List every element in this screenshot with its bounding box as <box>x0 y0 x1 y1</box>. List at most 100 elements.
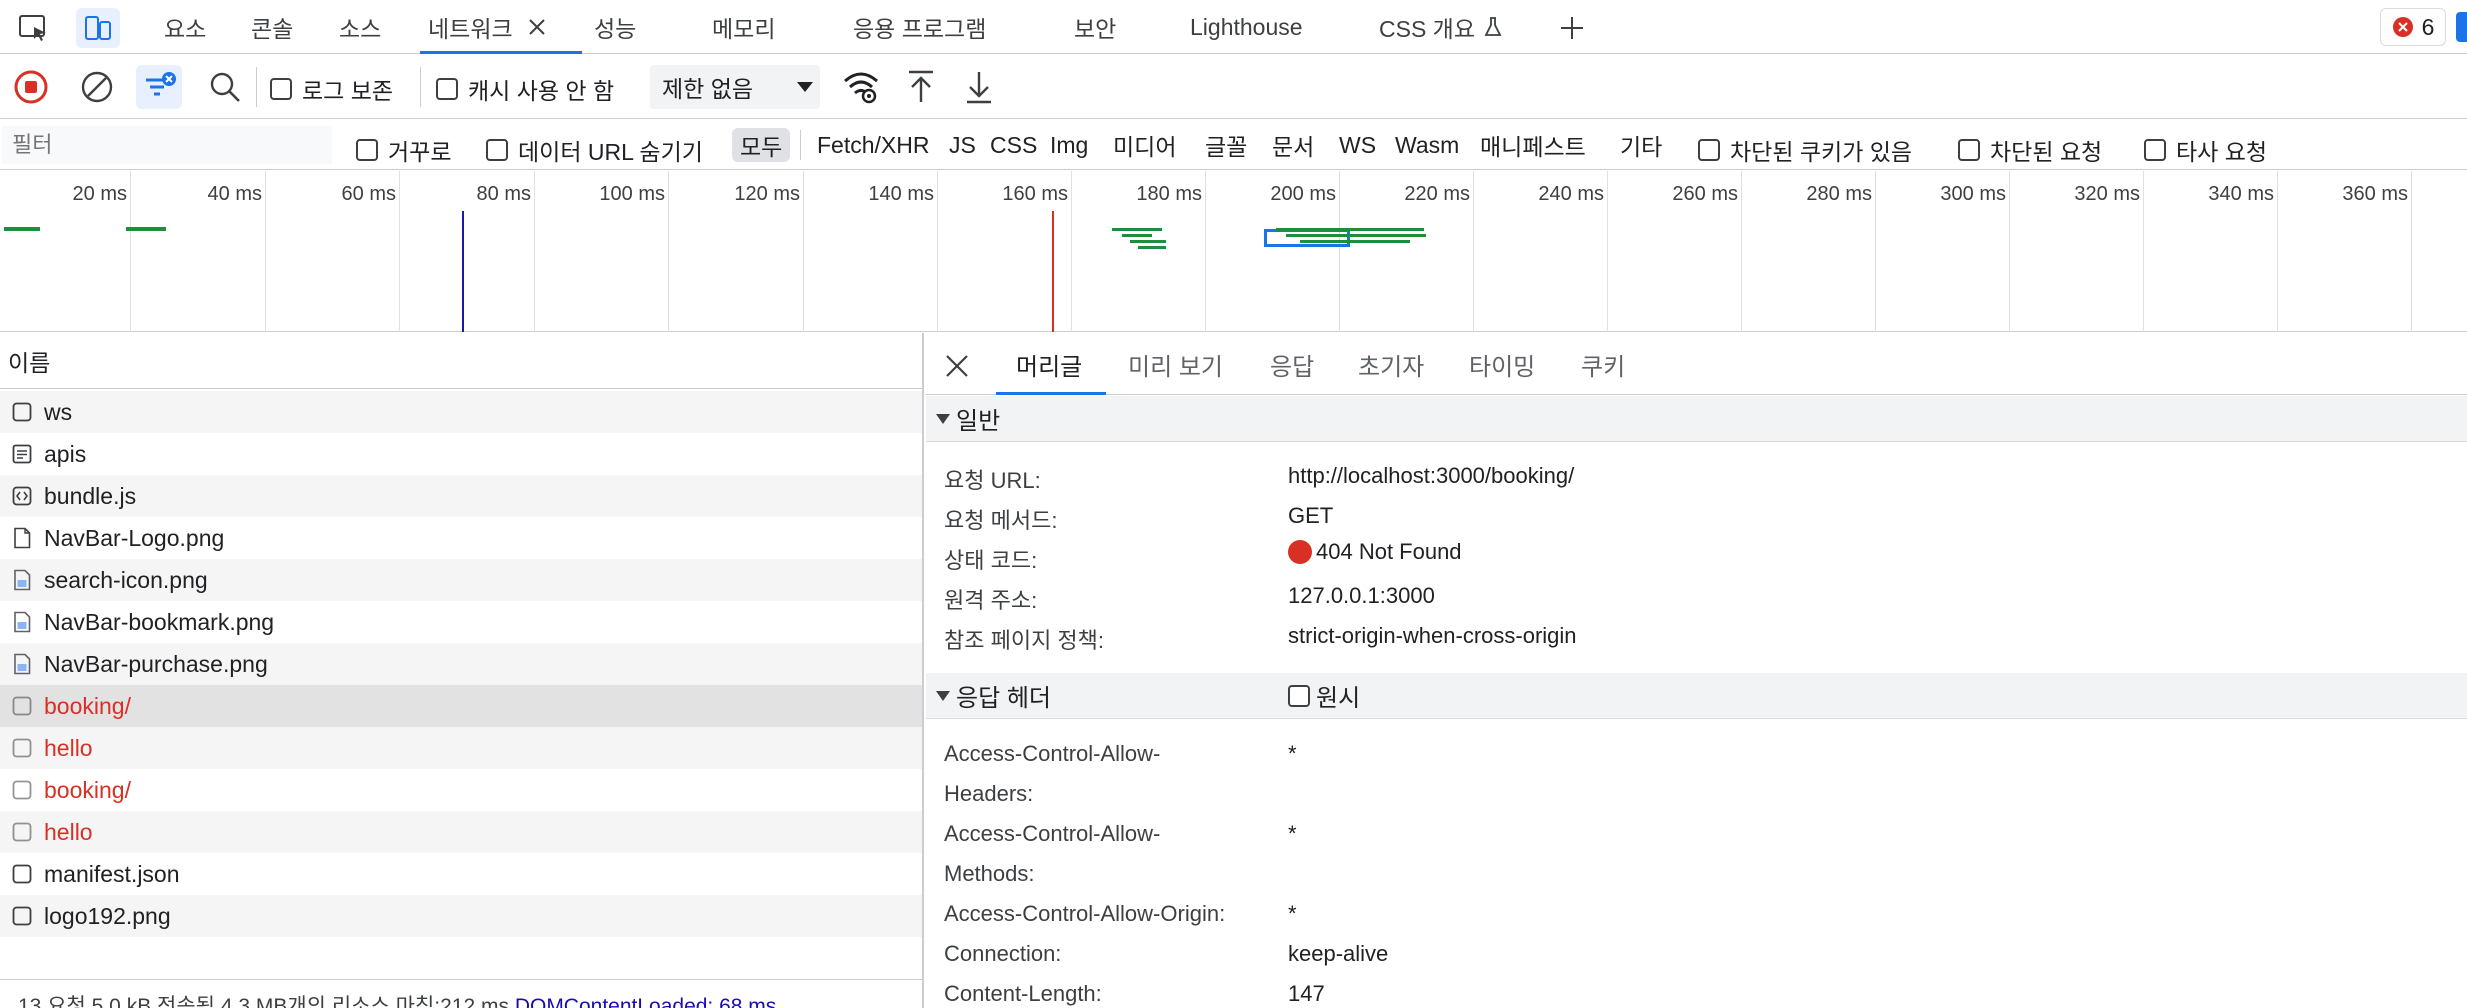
type-filter-wasm[interactable]: Wasm <box>1395 128 1459 162</box>
remote-address-value: 127.0.0.1:3000 <box>1288 583 1435 608</box>
request-row[interactable]: bundle.js <box>0 475 922 517</box>
type-filter-manifest[interactable]: 매니페스트 <box>1480 128 1586 162</box>
request-row[interactable]: booking/ <box>0 769 922 811</box>
tick-line <box>534 171 535 332</box>
general-section-header[interactable]: 일반 <box>926 396 2467 442</box>
tab-security[interactable]: 보안 <box>1074 0 1116 54</box>
invert-box[interactable] <box>356 139 378 161</box>
preserve-log-checkbox[interactable]: 로그 보존 <box>270 72 393 106</box>
tab-sources[interactable]: 소스 <box>339 0 381 54</box>
hide-data-urls-checkbox[interactable]: 데이터 URL 숨기기 <box>486 133 703 167</box>
import-har-icon[interactable] <box>906 69 936 105</box>
tick-line <box>130 171 131 332</box>
invert-checkbox[interactable]: 거꾸로 <box>356 133 451 167</box>
add-tab-icon[interactable] <box>1550 8 1594 48</box>
tab-application[interactable]: 응용 프로그램 <box>853 0 986 54</box>
type-filter-other[interactable]: 기타 <box>1620 128 1662 162</box>
checkbox-icon <box>12 695 32 717</box>
type-filter-all[interactable]: 모두 <box>732 128 791 162</box>
request-row[interactable]: hello <box>0 727 922 769</box>
tick-label: 60 ms <box>341 183 396 205</box>
request-row[interactable]: apis <box>0 433 922 475</box>
name-column-label: 이름 <box>8 349 51 376</box>
type-filter-css[interactable]: CSS <box>990 128 1037 162</box>
tab-lighthouse[interactable]: Lighthouse <box>1190 0 1303 54</box>
close-tab-icon[interactable] <box>527 17 547 37</box>
raw-headers-label: 원시 <box>1316 685 1361 712</box>
type-filter-js[interactable]: JS <box>949 128 976 162</box>
tab-performance[interactable]: 성능 <box>594 0 636 54</box>
request-name: hello <box>44 734 93 761</box>
type-filter-ws[interactable]: WS <box>1339 128 1376 162</box>
tab-network[interactable]: 네트워크 <box>428 0 547 54</box>
filter-bar: 거꾸로 데이터 URL 숨기기 모두 Fetch/XHR JS CSS Img … <box>0 120 2467 170</box>
inspect-element-icon[interactable] <box>12 8 56 48</box>
request-name: manifest.json <box>44 860 180 887</box>
tab-console[interactable]: 콘솔 <box>251 0 293 54</box>
blocked-requests-checkbox[interactable]: 차단된 요청 <box>1958 133 2102 167</box>
close-details-icon[interactable] <box>944 353 970 379</box>
device-toolbar-icon[interactable] <box>76 8 120 48</box>
details-tab-cookies[interactable]: 쿠키 <box>1581 333 1625 395</box>
request-row[interactable]: booking/ <box>0 685 922 727</box>
raw-headers-box[interactable] <box>1288 684 1310 707</box>
network-overview-timeline[interactable]: 20 ms 40 ms 60 ms 80 ms 100 ms 120 ms 14… <box>0 171 2467 332</box>
disable-cache-box[interactable] <box>436 78 458 100</box>
request-row[interactable]: manifest.json <box>0 853 922 895</box>
details-tab-initiator[interactable]: 초기자 <box>1358 333 1424 395</box>
tick-label: 200 ms <box>1270 183 1336 205</box>
request-row[interactable]: NavBar-Logo.png <box>0 517 922 559</box>
hide-data-urls-label: 데이터 URL 숨기기 <box>518 139 703 165</box>
tick-line <box>1741 171 1742 332</box>
clear-button[interactable] <box>80 70 114 104</box>
blocked-cookies-checkbox[interactable]: 차단된 쿠키가 있음 <box>1698 133 1912 167</box>
blocked-cookies-box[interactable] <box>1698 139 1720 161</box>
request-row[interactable]: NavBar-bookmark.png <box>0 601 922 643</box>
name-column-header[interactable]: 이름 <box>0 333 924 389</box>
export-har-icon[interactable] <box>964 69 994 105</box>
tab-elements[interactable]: 요소 <box>164 0 206 54</box>
request-row[interactable]: search-icon.png <box>0 559 922 601</box>
request-row[interactable]: NavBar-purchase.png <box>0 643 922 685</box>
preserve-log-box[interactable] <box>270 78 292 100</box>
network-conditions-icon[interactable] <box>842 69 880 105</box>
record-button[interactable] <box>14 70 48 104</box>
details-tab-timing[interactable]: 타이밍 <box>1469 333 1535 395</box>
request-row[interactable]: ws <box>0 391 922 433</box>
third-party-box[interactable] <box>2144 139 2166 161</box>
details-tab-preview[interactable]: 미리 보기 <box>1128 333 1223 395</box>
details-tab-headers[interactable]: 머리글 <box>1016 333 1082 395</box>
search-icon[interactable] <box>208 70 242 104</box>
type-filter-font[interactable]: 글꼴 <box>1205 128 1247 162</box>
status-code-value: 404 Not Found <box>1288 539 1462 565</box>
tab-memory[interactable]: 메모리 <box>712 0 775 54</box>
response-headers-section-header[interactable]: 응답 헤더 원시 <box>926 673 2467 719</box>
error-count: 6 <box>2421 13 2435 40</box>
type-filter-media[interactable]: 미디어 <box>1113 128 1176 162</box>
tick-line <box>803 171 804 332</box>
request-row[interactable]: hello <box>0 811 922 853</box>
type-filter-img[interactable]: Img <box>1050 128 1088 162</box>
throttling-select[interactable]: 제한 없음 <box>650 65 820 109</box>
type-filter-doc[interactable]: 문서 <box>1272 128 1314 162</box>
tick-label: 160 ms <box>1002 183 1068 205</box>
tick-label: 300 ms <box>1940 183 2006 205</box>
tick-label: 80 ms <box>476 183 531 205</box>
raw-headers-checkbox[interactable]: 원시 <box>1288 678 1360 713</box>
hide-data-urls-box[interactable] <box>486 139 508 161</box>
third-party-checkbox[interactable]: 타사 요청 <box>2144 133 2267 167</box>
request-row[interactable]: logo192.png <box>0 895 922 937</box>
disable-cache-checkbox[interactable]: 캐시 사용 안 함 <box>436 72 614 106</box>
timeline-request-bar <box>1122 234 1152 237</box>
details-tab-response[interactable]: 응답 <box>1270 333 1314 395</box>
tick-label: 180 ms <box>1136 183 1202 205</box>
filter-input[interactable] <box>2 126 332 164</box>
filter-toggle-icon[interactable] <box>136 65 182 109</box>
type-filter-fetch-xhr[interactable]: Fetch/XHR <box>817 128 929 162</box>
blocked-requests-box[interactable] <box>1958 139 1980 161</box>
tick-line <box>1875 171 1876 332</box>
toolbar-divider <box>420 67 421 107</box>
error-counter-button[interactable]: 6 <box>2380 8 2446 46</box>
tab-css-overview[interactable]: CSS 개요 <box>1379 0 1503 54</box>
issues-badge[interactable] <box>2456 12 2467 42</box>
